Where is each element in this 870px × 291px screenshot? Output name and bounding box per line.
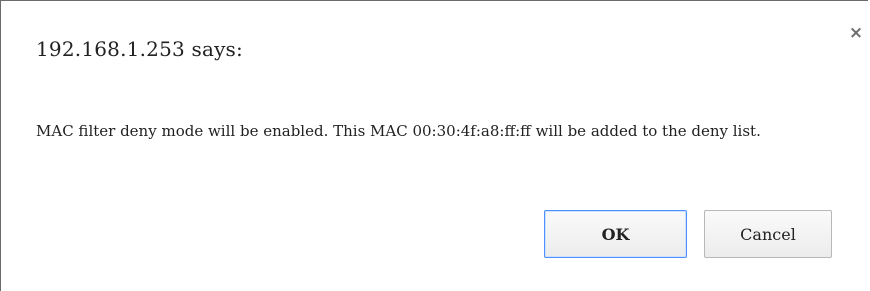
dialog-title: 192.168.1.253 says: — [36, 37, 243, 61]
ok-button[interactable]: OK — [544, 210, 687, 258]
alert-dialog: 192.168.1.253 says: × MAC filter deny mo… — [0, 0, 868, 291]
dialog-buttons: OK Cancel — [544, 210, 832, 258]
dialog-message: MAC filter deny mode will be enabled. Th… — [36, 122, 761, 140]
close-icon[interactable]: × — [847, 24, 865, 42]
cancel-button[interactable]: Cancel — [704, 210, 832, 258]
